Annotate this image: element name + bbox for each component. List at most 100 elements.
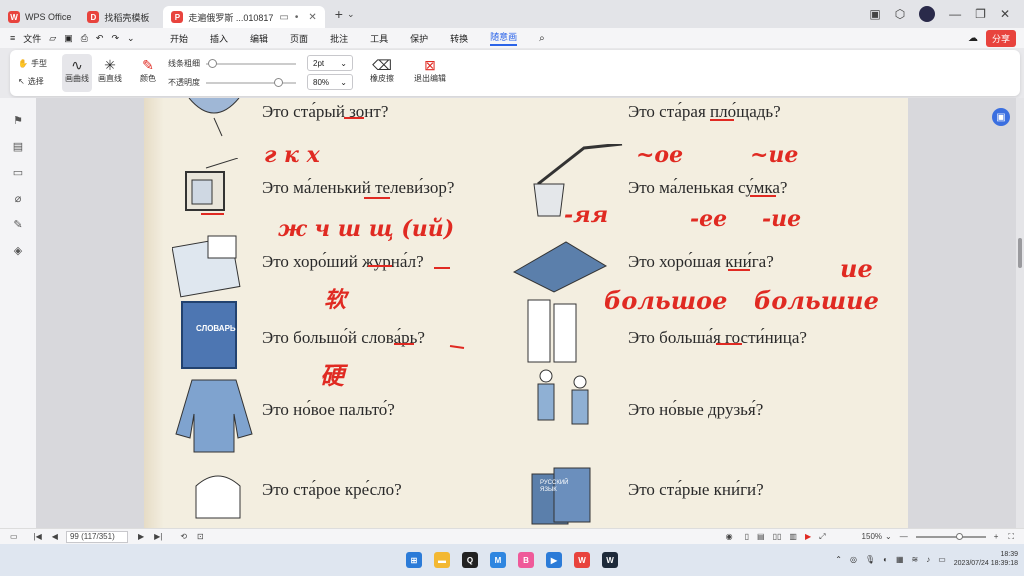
sign-icon[interactable]: ✎ [11,218,25,232]
minimize-icon[interactable]: — [949,7,961,21]
cube-icon[interactable]: ⬡ [895,7,905,21]
mic-icon[interactable]: 🎙 [865,555,875,564]
clock[interactable]: 18:39 2023/07/24 18:39:18 [954,550,1018,568]
chevron-down-icon: ⌄ [340,77,347,87]
tab-template[interactable]: D 找稻壳模板 [79,6,157,28]
new-tab-icon[interactable]: + [335,6,343,22]
search-icon[interactable]: ⌕ [539,33,545,44]
fullscreen-icon[interactable]: ⛶ [1008,532,1014,542]
hamburger-icon[interactable]: ≡ [10,33,15,43]
first-page-icon[interactable]: |◀ [34,532,42,541]
draw-curve-button[interactable]: ∿ 画曲线 [62,54,92,92]
opacity-slider[interactable] [206,78,296,87]
color-button[interactable]: ✎ 颜色 [134,54,162,92]
tab-document[interactable]: P 走遍俄罗斯 ...010817 ▭ • ✕ [163,6,325,28]
app-lark-icon[interactable]: ▶ [546,552,562,568]
tab-wps-office[interactable]: W WPS Office [0,6,79,28]
wifi-icon[interactable]: ≋ [912,555,919,564]
tray-app-icon[interactable]: ◎ [850,555,857,564]
tab-list-chevron-icon[interactable]: ⌄ [347,9,355,20]
slider-knob[interactable] [208,59,217,68]
select-tool[interactable]: ↖ 选择 [18,76,44,87]
tray-calendar-icon[interactable]: ▦ [896,555,904,564]
menu-bar: ≡ 文件 ▱ ▣ ⎙ ↶ ↷ ⌄ 开始 插入 编辑 页面 批注 工具 保护 转换… [0,28,1024,48]
cloud-icon[interactable]: ☁ [968,33,978,44]
windows-start-icon[interactable]: ⊞ [406,552,422,568]
comment-icon[interactable]: ▭ [11,166,25,180]
line-width-select[interactable]: 2pt ⌄ [307,55,353,71]
zoom-chevron-icon[interactable]: ⌄ [885,532,892,541]
continuous-icon[interactable]: ▤ [757,532,765,541]
restore-icon[interactable]: ❐ [975,7,986,21]
hand-tool[interactable]: ✋ 手型 [18,58,47,69]
zoom-slider[interactable] [915,532,986,540]
app-pink-icon[interactable]: B [518,552,534,568]
menu-annotate[interactable]: 批注 [330,32,348,45]
bookmark-icon[interactable]: ⚑ [11,114,25,128]
line-width-slider[interactable] [206,59,296,68]
close-tab-icon[interactable]: ✕ [308,12,316,23]
draw-line-button[interactable]: ✳ 画直线 [95,54,125,92]
menu-start[interactable]: 开始 [170,32,188,45]
floating-assistant-icon[interactable]: ▣ [992,108,1010,126]
share-button[interactable]: 分享 [985,29,1016,47]
slider-knob[interactable] [274,78,283,87]
sidebar-toggle-icon[interactable]: ▭ [10,532,18,541]
zoom-out-icon[interactable]: — [900,532,908,541]
two-page-icon[interactable]: ▯▯ [773,532,782,541]
scroll-thumb[interactable] [1018,238,1022,268]
exit-edit-button[interactable]: ⊠ 退出编辑 [410,54,450,92]
battery-icon[interactable]: ▭ [938,555,946,564]
more-icon[interactable]: ⌄ [127,33,135,44]
menu-tools[interactable]: 工具 [370,32,388,45]
single-page-icon[interactable]: ▯ [745,532,749,541]
menu-insert[interactable]: 插入 [210,32,228,45]
menu-edit[interactable]: 编辑 [250,32,268,45]
document-area[interactable]: СЛОВАРЬ РУССКИЙ ЯЗЫК Это ста́рый зонт? Э… [36,98,1024,528]
tray-game-icon[interactable]: ◐ [883,555,888,564]
attachment-icon[interactable]: ⌀ [11,192,25,206]
last-page-icon[interactable]: ▶| [154,532,162,541]
print-icon[interactable]: ⎙ [81,33,88,44]
zoom-knob[interactable] [955,532,963,540]
vertical-scrollbar[interactable] [1016,98,1024,528]
menu-protect[interactable]: 保护 [410,32,428,45]
eraser-button[interactable]: ⌫ 橡皮擦 [364,54,400,92]
volume-icon[interactable]: ♪ [926,555,930,564]
file-explorer-icon[interactable]: ▬ [434,552,450,568]
document-page: СЛОВАРЬ РУССКИЙ ЯЗЫК Это ста́рый зонт? Э… [144,98,908,528]
hand-icon: ✋ [18,59,28,68]
system-tray: ⌃ ◎ 🎙 ◐ ▦ ≋ ♪ ▭ 18:39 2023/07/24 18:39:1… [835,550,1018,568]
redo-icon[interactable]: ↷ [111,33,119,44]
close-window-icon[interactable]: ✕ [1000,7,1010,21]
play-icon[interactable]: ▶ [805,532,811,541]
opacity-select[interactable]: 80% ⌄ [307,74,353,90]
zoom-in-icon[interactable]: + [994,532,999,541]
file-menu[interactable]: 文件 [23,32,41,45]
avatar[interactable] [919,6,936,22]
layers-icon[interactable]: ◈ [11,244,25,258]
tray-chevron-icon[interactable]: ⌃ [835,555,842,564]
menu-convert[interactable]: 转换 [450,32,468,45]
monitor-icon[interactable]: ▭ [279,12,288,23]
rotate-icon[interactable]: ⟲ [180,532,187,541]
save-icon[interactable]: ▣ [64,33,73,44]
menu-page[interactable]: 页面 [290,32,308,45]
app-dark-icon[interactable]: W [602,552,618,568]
page-number-input[interactable]: 99 (117/351) [65,530,128,543]
undo-icon[interactable]: ↶ [96,33,104,44]
next-page-icon[interactable]: ▶ [138,532,144,541]
qq-icon[interactable]: Q [462,552,478,568]
wps-taskbar-icon[interactable]: W [574,552,590,568]
fit-width-icon[interactable]: ⤢ [819,532,825,542]
menu-freehand[interactable]: 随意画 [490,30,518,46]
app-blue-icon[interactable]: M [490,552,506,568]
open-folder-icon[interactable]: ▱ [49,33,56,44]
layout-icon[interactable]: ▣ [869,7,880,21]
zoom-value[interactable]: 150% [862,532,882,541]
prev-page-icon[interactable]: ◀ [52,532,58,541]
thumbnail-icon[interactable]: ▤ [11,140,25,154]
book-view-icon[interactable]: ▥ [789,532,797,541]
fit-page-icon[interactable]: ⊡ [197,532,204,541]
eye-icon[interactable]: ◉ [726,532,733,541]
